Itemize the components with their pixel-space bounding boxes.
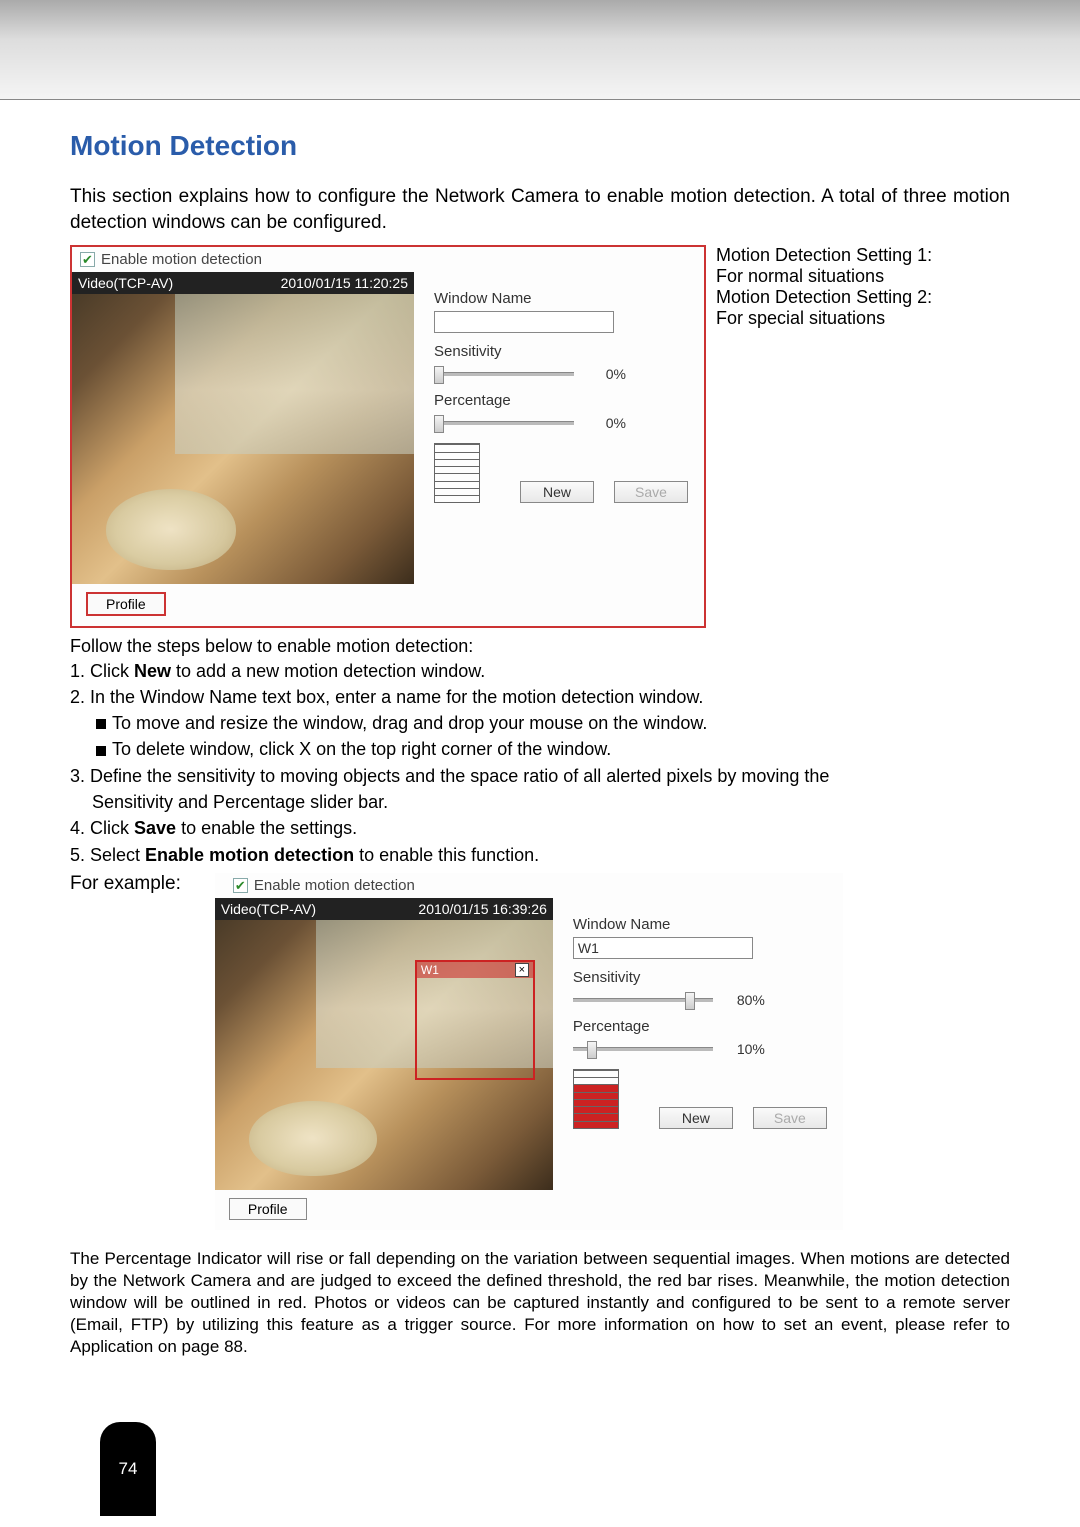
video-preview-2: Video(TCP-AV) 2010/01/15 16:39:26 W1 × — [215, 898, 553, 1190]
annotation-1-line2: For normal situations — [716, 266, 1010, 287]
sensitivity-value-2: 80% — [729, 992, 765, 1008]
video-timestamp-2: 2010/01/15 16:39:26 — [418, 901, 546, 917]
example-label: For example: — [70, 873, 181, 895]
annotations-column: Motion Detection Setting 1: For normal s… — [716, 245, 1010, 628]
enable-motion-row-2: ✔ Enable motion detection — [215, 873, 843, 898]
percentage-slider[interactable] — [434, 421, 574, 425]
video-source-label-2: Video(TCP-AV) — [221, 901, 316, 917]
motion-detection-panel-1: ✔ Enable motion detection Video(TCP-AV) … — [70, 245, 706, 628]
step-5: 5. Select Enable motion detection to ena… — [70, 843, 1010, 867]
new-button[interactable]: New — [520, 481, 594, 503]
enable-motion-label-2: Enable motion detection — [254, 877, 415, 894]
steps-intro: Follow the steps below to enable motion … — [70, 634, 1010, 658]
percentage-value-2: 10% — [729, 1041, 765, 1057]
step-3b: Sensitivity and Percentage slider bar. — [70, 790, 1010, 814]
window-name-input-2[interactable]: W1 — [573, 937, 753, 959]
video-timestamp: 2010/01/15 11:20:25 — [281, 275, 408, 291]
step-1: 1. Click New to add a new motion detecti… — [70, 659, 1010, 683]
enable-motion-label: Enable motion detection — [101, 251, 262, 268]
steps-block: Follow the steps below to enable motion … — [70, 634, 1010, 867]
video-frame-image-2: W1 × — [215, 920, 553, 1190]
sensitivity-slider-2[interactable] — [573, 998, 713, 1002]
sensitivity-label: Sensitivity — [434, 343, 688, 360]
page-header-banner — [0, 0, 1080, 100]
profile-button-2[interactable]: Profile — [229, 1198, 307, 1220]
motion-detection-panel-2: ✔ Enable motion detection Video(TCP-AV) … — [215, 873, 843, 1230]
step-2a: To move and resize the window, drag and … — [70, 711, 1010, 735]
section-title: Motion Detection — [70, 130, 1010, 162]
close-icon[interactable]: × — [515, 963, 529, 977]
new-button-2[interactable]: New — [659, 1107, 733, 1129]
level-indicator-2 — [573, 1069, 619, 1129]
profile-button[interactable]: Profile — [86, 592, 166, 616]
video-source-label: Video(TCP-AV) — [78, 275, 173, 291]
level-indicator — [434, 443, 480, 503]
percentage-value: 0% — [590, 415, 626, 431]
percentage-slider-2[interactable] — [573, 1047, 713, 1051]
motion-window[interactable]: W1 × — [415, 960, 535, 1080]
save-button[interactable]: Save — [614, 481, 688, 503]
video-preview: Video(TCP-AV) 2010/01/15 11:20:25 — [72, 272, 414, 584]
video-frame-image — [72, 294, 414, 584]
save-button-2[interactable]: Save — [753, 1107, 827, 1129]
sensitivity-label-2: Sensitivity — [573, 969, 827, 986]
sensitivity-slider[interactable] — [434, 372, 574, 376]
footer-paragraph: The Percentage Indicator will rise or fa… — [70, 1248, 1010, 1358]
enable-motion-checkbox[interactable]: ✔ — [80, 252, 95, 267]
screenshot-1-row: ✔ Enable motion detection Video(TCP-AV) … — [70, 245, 1010, 628]
annotation-2-line2: For special situations — [716, 308, 1010, 329]
controls-column-2: Window Name W1 Sensitivity 80% Percentag… — [553, 898, 843, 1137]
step-2b: To delete window, click X on the top rig… — [70, 737, 1010, 761]
step-4: 4. Click Save to enable the settings. — [70, 816, 1010, 840]
check-icon: ✔ — [235, 879, 246, 892]
percentage-label: Percentage — [434, 392, 688, 409]
motion-window-title: W1 — [421, 963, 439, 977]
page-number-badge: 74 — [100, 1422, 156, 1516]
sensitivity-value: 0% — [590, 366, 626, 382]
check-icon: ✔ — [82, 253, 93, 266]
window-name-input[interactable] — [434, 311, 614, 333]
percentage-label-2: Percentage — [573, 1018, 827, 1035]
step-2: 2. In the Window Name text box, enter a … — [70, 685, 1010, 709]
intro-paragraph: This section explains how to configure t… — [70, 184, 1010, 235]
window-name-label-2: Window Name — [573, 916, 827, 933]
annotation-1-line1: Motion Detection Setting 1: — [716, 245, 1010, 266]
window-name-label: Window Name — [434, 290, 688, 307]
step-3: 3. Define the sensitivity to moving obje… — [70, 764, 1010, 788]
controls-column: Window Name Sensitivity 0% Percentage 0% — [414, 272, 704, 511]
enable-motion-checkbox-2[interactable]: ✔ — [233, 878, 248, 893]
annotation-2-line1: Motion Detection Setting 2: — [716, 287, 1010, 308]
enable-motion-row: ✔ Enable motion detection — [72, 247, 704, 272]
